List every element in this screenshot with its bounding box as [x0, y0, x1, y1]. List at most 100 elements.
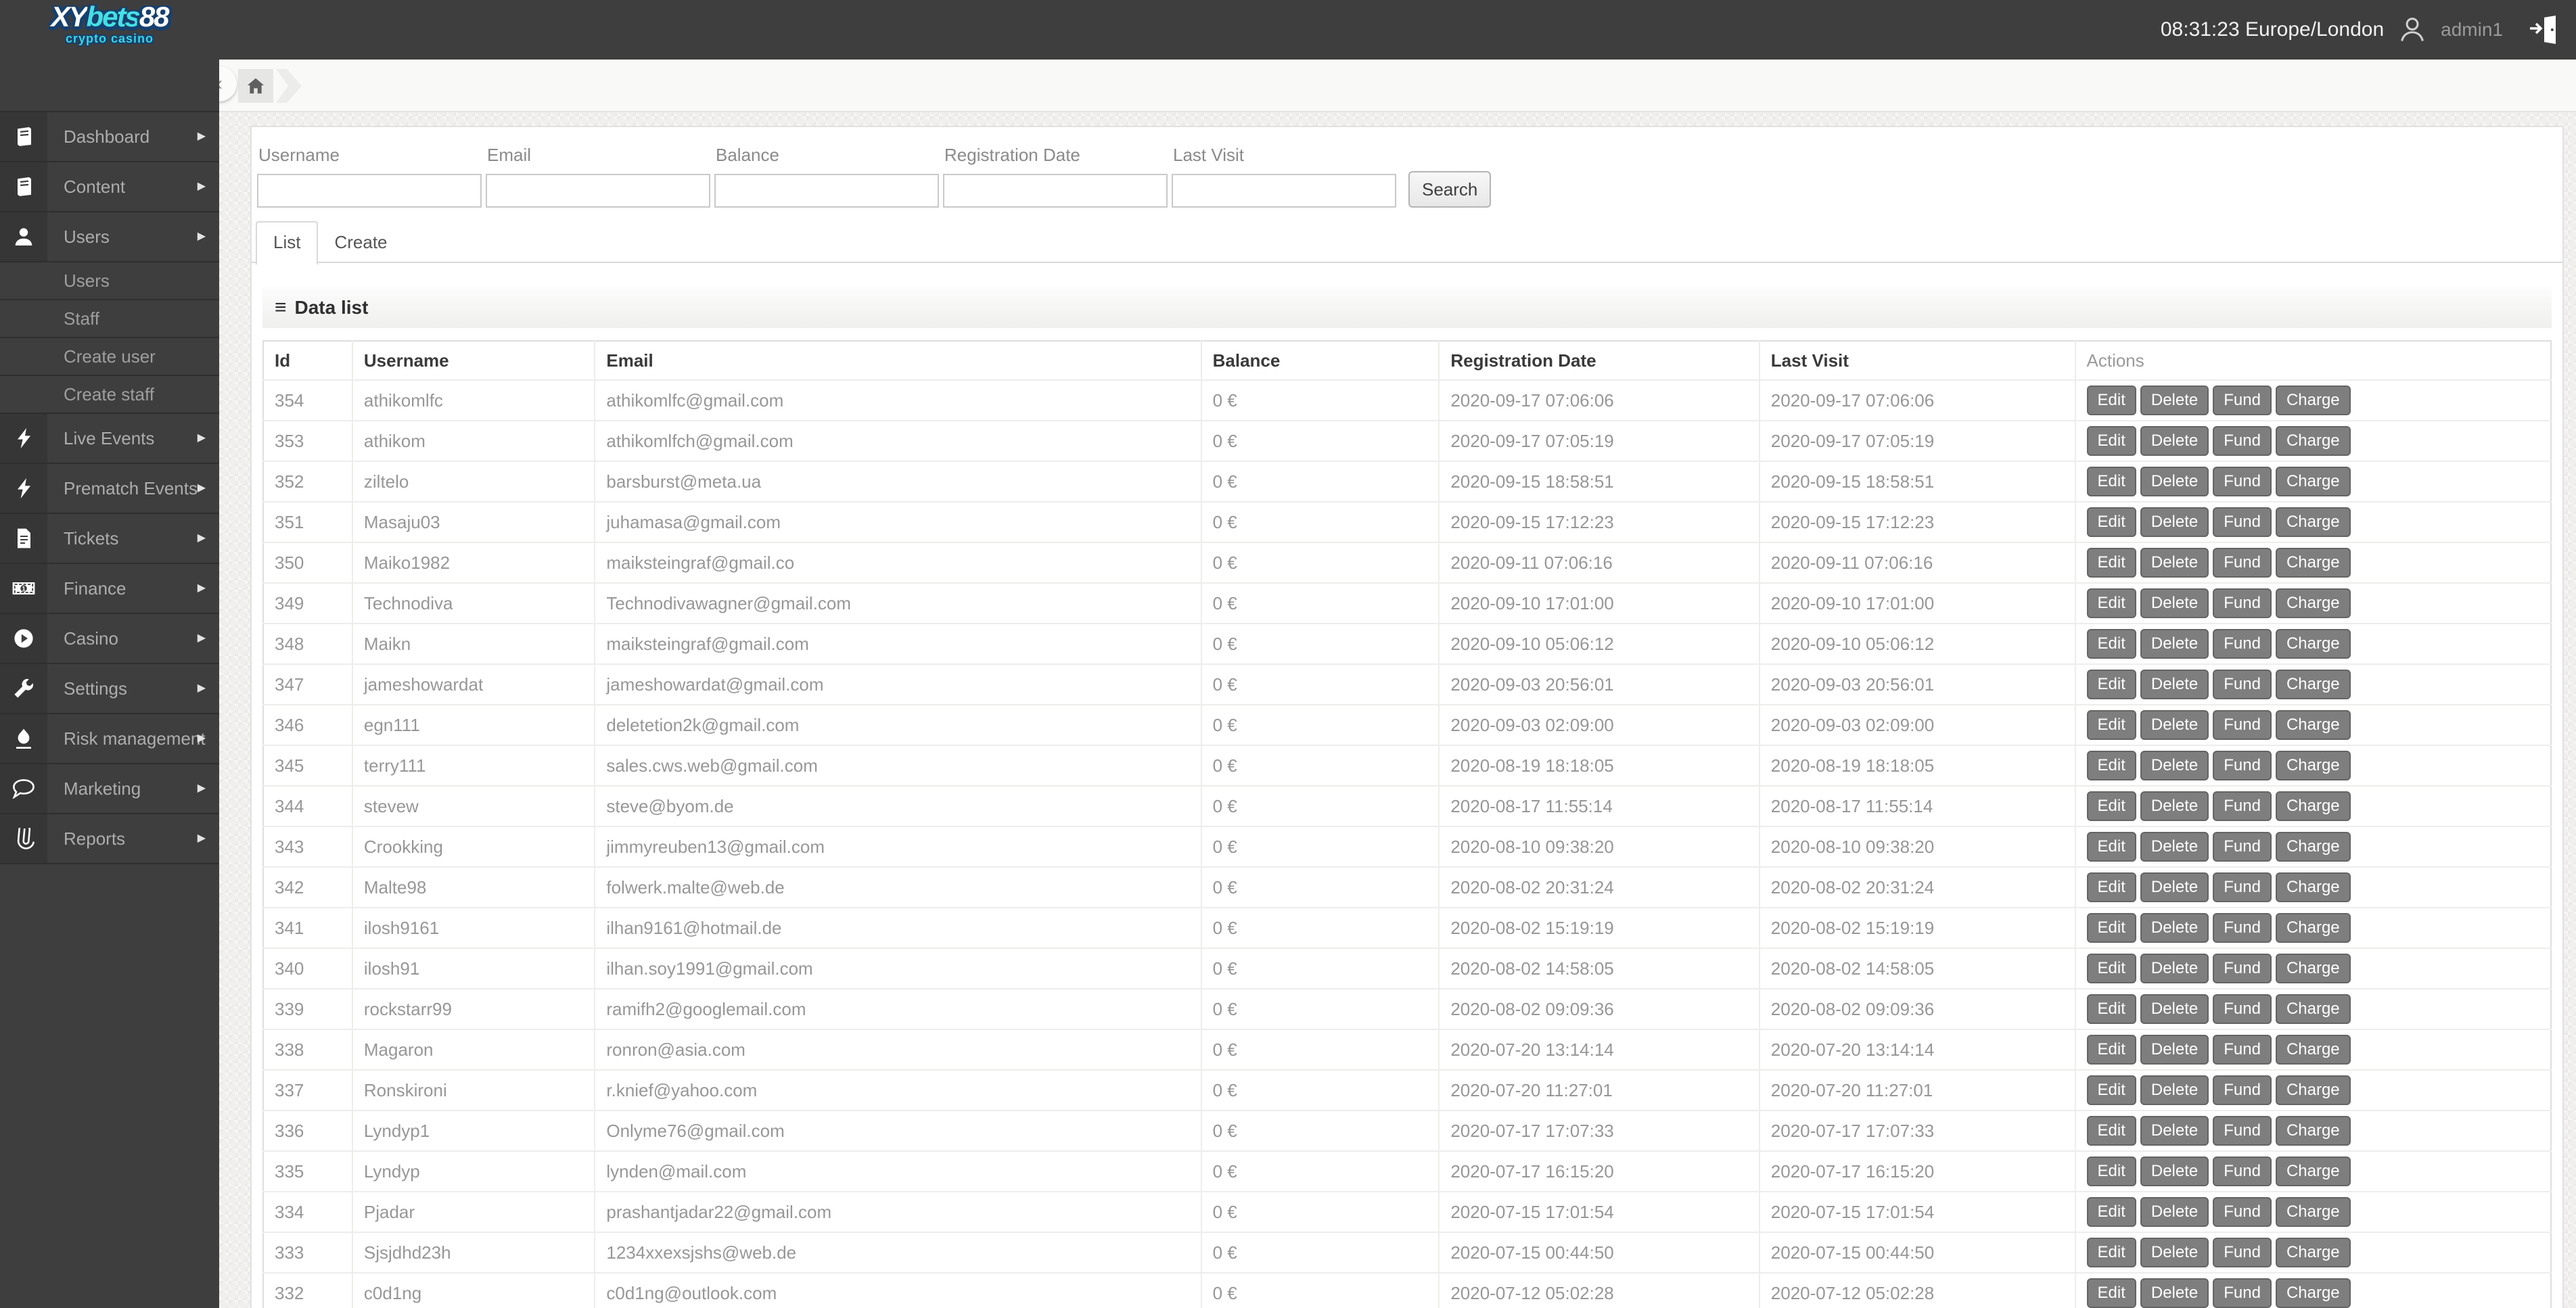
- fund-button[interactable]: Fund: [2213, 467, 2272, 496]
- edit-button[interactable]: Edit: [2086, 670, 2136, 699]
- tab-create[interactable]: Create: [318, 223, 403, 264]
- edit-button[interactable]: Edit: [2086, 507, 2136, 537]
- fund-button[interactable]: Fund: [2213, 1197, 2272, 1227]
- charge-button[interactable]: Charge: [2275, 1197, 2351, 1227]
- sidebar-item-dashboard[interactable]: Dashboard ▶: [0, 112, 219, 162]
- charge-button[interactable]: Charge: [2275, 1157, 2351, 1186]
- sidebar-item-content[interactable]: Content ▶: [0, 162, 219, 212]
- edit-button[interactable]: Edit: [2086, 1035, 2136, 1065]
- sidebar-item-users[interactable]: Users ▶: [0, 212, 219, 262]
- sidebar-item-prematch-events[interactable]: Prematch Events ▶: [0, 464, 219, 514]
- charge-button[interactable]: Charge: [2275, 1035, 2351, 1065]
- edit-button[interactable]: Edit: [2086, 548, 2136, 578]
- sidebar-item-live-events[interactable]: Live Events ▶: [0, 414, 219, 464]
- fund-button[interactable]: Fund: [2213, 386, 2272, 415]
- edit-button[interactable]: Edit: [2086, 832, 2136, 862]
- edit-button[interactable]: Edit: [2086, 1197, 2136, 1227]
- delete-button[interactable]: Delete: [2140, 629, 2209, 659]
- sidebar-item-tickets[interactable]: Tickets ▶: [0, 514, 219, 564]
- last-visit-input[interactable]: [1172, 174, 1396, 208]
- delete-button[interactable]: Delete: [2140, 1157, 2209, 1186]
- fund-button[interactable]: Fund: [2213, 426, 2272, 456]
- sidebar-item-marketing[interactable]: Marketing ▶: [0, 764, 219, 814]
- delete-button[interactable]: Delete: [2140, 670, 2209, 699]
- delete-button[interactable]: Delete: [2140, 1278, 2209, 1308]
- charge-button[interactable]: Charge: [2275, 1075, 2351, 1105]
- delete-button[interactable]: Delete: [2140, 426, 2209, 456]
- edit-button[interactable]: Edit: [2086, 1278, 2136, 1308]
- charge-button[interactable]: Charge: [2275, 588, 2351, 618]
- charge-button[interactable]: Charge: [2275, 467, 2351, 496]
- delete-button[interactable]: Delete: [2140, 954, 2209, 983]
- charge-button[interactable]: Charge: [2275, 791, 2351, 821]
- edit-button[interactable]: Edit: [2086, 386, 2136, 415]
- charge-button[interactable]: Charge: [2275, 913, 2351, 943]
- fund-button[interactable]: Fund: [2213, 588, 2272, 618]
- delete-button[interactable]: Delete: [2140, 751, 2209, 780]
- delete-button[interactable]: Delete: [2140, 1035, 2209, 1065]
- delete-button[interactable]: Delete: [2140, 1075, 2209, 1105]
- edit-button[interactable]: Edit: [2086, 954, 2136, 983]
- charge-button[interactable]: Charge: [2275, 994, 2351, 1024]
- charge-button[interactable]: Charge: [2275, 1116, 2351, 1146]
- edit-button[interactable]: Edit: [2086, 588, 2136, 618]
- edit-button[interactable]: Edit: [2086, 1116, 2136, 1146]
- fund-button[interactable]: Fund: [2213, 791, 2272, 821]
- sidebar-subitem-users[interactable]: Users: [0, 262, 219, 300]
- delete-button[interactable]: Delete: [2140, 467, 2209, 496]
- charge-button[interactable]: Charge: [2275, 670, 2351, 699]
- fund-button[interactable]: Fund: [2213, 994, 2272, 1024]
- delete-button[interactable]: Delete: [2140, 1238, 2209, 1267]
- fund-button[interactable]: Fund: [2213, 629, 2272, 659]
- sidebar-item-casino[interactable]: Casino ▶: [0, 614, 219, 664]
- sidebar-item-settings[interactable]: Settings ▶: [0, 664, 219, 714]
- email-input[interactable]: [486, 174, 710, 208]
- charge-button[interactable]: Charge: [2275, 629, 2351, 659]
- sidebar-subitem-create-user[interactable]: Create user: [0, 338, 219, 376]
- sidebar-item-finance[interactable]: 1 Finance ▶: [0, 564, 219, 614]
- edit-button[interactable]: Edit: [2086, 1238, 2136, 1267]
- charge-button[interactable]: Charge: [2275, 548, 2351, 578]
- edit-button[interactable]: Edit: [2086, 629, 2136, 659]
- sidebar-subitem-staff[interactable]: Staff: [0, 300, 219, 338]
- sidebar-item-risk-management[interactable]: Risk management ▶: [0, 714, 219, 764]
- fund-button[interactable]: Fund: [2213, 1075, 2272, 1105]
- delete-button[interactable]: Delete: [2140, 872, 2209, 902]
- edit-button[interactable]: Edit: [2086, 994, 2136, 1024]
- edit-button[interactable]: Edit: [2086, 872, 2136, 902]
- charge-button[interactable]: Charge: [2275, 1238, 2351, 1267]
- username-input[interactable]: [257, 174, 482, 208]
- fund-button[interactable]: Fund: [2213, 751, 2272, 780]
- sidebar-item-reports[interactable]: Reports ▶: [0, 814, 219, 864]
- fund-button[interactable]: Fund: [2213, 1278, 2272, 1308]
- fund-button[interactable]: Fund: [2213, 872, 2272, 902]
- edit-button[interactable]: Edit: [2086, 1157, 2136, 1186]
- edit-button[interactable]: Edit: [2086, 791, 2136, 821]
- charge-button[interactable]: Charge: [2275, 426, 2351, 456]
- delete-button[interactable]: Delete: [2140, 588, 2209, 618]
- charge-button[interactable]: Charge: [2275, 710, 2351, 740]
- logout-icon[interactable]: [2527, 14, 2560, 46]
- fund-button[interactable]: Fund: [2213, 1157, 2272, 1186]
- fund-button[interactable]: Fund: [2213, 1035, 2272, 1065]
- brand-logo[interactable]: XYbets88 crypto casino: [0, 3, 219, 45]
- edit-button[interactable]: Edit: [2086, 710, 2136, 740]
- edit-button[interactable]: Edit: [2086, 913, 2136, 943]
- fund-button[interactable]: Fund: [2213, 1116, 2272, 1146]
- charge-button[interactable]: Charge: [2275, 954, 2351, 983]
- edit-button[interactable]: Edit: [2086, 751, 2136, 780]
- breadcrumb-home-button[interactable]: [238, 69, 273, 103]
- fund-button[interactable]: Fund: [2213, 670, 2272, 699]
- delete-button[interactable]: Delete: [2140, 913, 2209, 943]
- fund-button[interactable]: Fund: [2213, 832, 2272, 862]
- tab-list[interactable]: List: [256, 221, 319, 265]
- fund-button[interactable]: Fund: [2213, 710, 2272, 740]
- delete-button[interactable]: Delete: [2140, 791, 2209, 821]
- user-avatar-icon[interactable]: [2397, 15, 2427, 45]
- charge-button[interactable]: Charge: [2275, 832, 2351, 862]
- delete-button[interactable]: Delete: [2140, 1197, 2209, 1227]
- admin-username[interactable]: admin1: [2441, 19, 2503, 41]
- charge-button[interactable]: Charge: [2275, 386, 2351, 415]
- delete-button[interactable]: Delete: [2140, 994, 2209, 1024]
- delete-button[interactable]: Delete: [2140, 710, 2209, 740]
